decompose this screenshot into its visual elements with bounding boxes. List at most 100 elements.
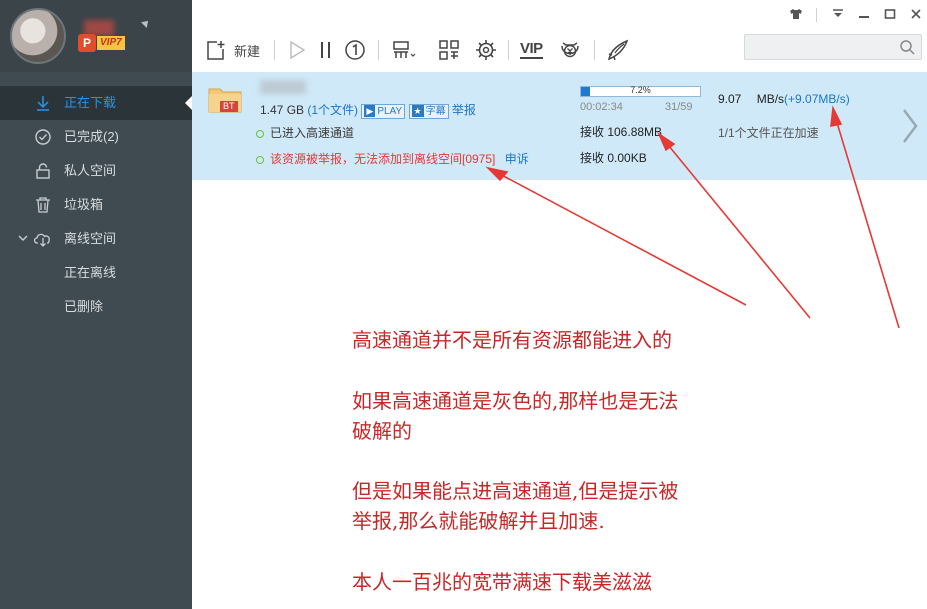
star-icon: ★ — [411, 105, 424, 117]
vip-level: VIP7 — [97, 36, 125, 50]
search-input[interactable] — [749, 36, 893, 60]
appeal-link[interactable]: 申诉 — [505, 152, 529, 166]
file-size: 1.47 GB — [260, 103, 305, 117]
offline-status: 该资源被举报，无法添加到离线空间[0975] 申诉 — [256, 150, 529, 167]
speed-limit-button[interactable] — [344, 38, 366, 62]
grid-view-button[interactable] — [438, 38, 460, 62]
money-bag-icon — [561, 42, 579, 58]
piece-count: 31/59 — [665, 101, 693, 113]
status-dot-icon — [256, 155, 264, 164]
minimize-icon — [859, 16, 869, 18]
annotation-line-5: 举报,那么就能破解并且加速. — [352, 509, 605, 533]
cloud-download-icon — [34, 233, 50, 247]
play-label: PLAY — [377, 106, 403, 117]
annotation-line-1: 高速通道并不是所有资源都能进入的 — [352, 328, 672, 352]
number-one-circle-icon — [345, 40, 365, 60]
chevron-down-icon[interactable] — [18, 235, 28, 243]
vip-button[interactable]: VIP — [520, 38, 543, 62]
toolbar-divider — [508, 40, 509, 60]
pause-button[interactable] — [318, 38, 334, 62]
search-icon[interactable] — [899, 39, 915, 55]
play-button[interactable]: ▶ PLAY — [361, 104, 406, 119]
speed-value: 9.07 — [718, 92, 742, 106]
blurred-filename — [260, 80, 306, 94]
new-file-icon — [207, 41, 225, 60]
minimize-button[interactable] — [856, 8, 872, 22]
bt-label: BT — [220, 101, 238, 112]
vip-badge[interactable]: P VIP7 — [78, 20, 126, 54]
download-arrow-icon — [37, 96, 49, 111]
sidebar-item-label: 私人空间 — [64, 163, 117, 178]
grid-icon — [439, 40, 459, 60]
annotation-line-6: 本人一百兆的宽带满速下载美滋滋 — [352, 570, 652, 594]
sidebar-item-label: 正在下载 — [64, 95, 117, 110]
high-speed-label: 已进入高速通道 — [270, 126, 355, 140]
speed-bonus: (+9.07MB/s) — [784, 92, 850, 106]
settings-button[interactable] — [474, 38, 498, 62]
received-amount: 接收 106.88MB — [580, 125, 663, 139]
p-logo-icon: P — [78, 34, 96, 52]
speed-unit: MB/s — [756, 92, 785, 106]
accel-status: 1/1个文件正在加速 — [718, 126, 819, 140]
close-button[interactable] — [908, 8, 924, 22]
avatar[interactable] — [10, 8, 66, 64]
sort-button[interactable] — [392, 38, 418, 62]
elapsed-time: 00:02:34 — [580, 101, 623, 113]
gear-icon — [476, 40, 496, 60]
new-task-button[interactable]: 新建 — [206, 38, 260, 62]
status-dot-icon — [256, 129, 264, 138]
shirt-icon — [790, 9, 802, 19]
received-amount-2: 接收 0.00KB — [580, 151, 647, 165]
toolbar-divider — [378, 40, 379, 60]
sidebar-item-label: 已删除 — [64, 299, 104, 314]
window-divider — [816, 8, 817, 22]
maximize-button[interactable] — [882, 8, 898, 22]
toolbar-divider — [274, 40, 275, 60]
maximize-icon — [884, 9, 896, 19]
close-icon — [911, 9, 921, 19]
sidebar-item-downloading[interactable]: 正在下载 — [0, 86, 192, 120]
sidebar-item-completed[interactable]: 已完成(2) — [0, 120, 192, 154]
toolbar-divider — [594, 40, 595, 60]
turbo-button[interactable] — [606, 38, 630, 62]
sidebar: P VIP7 正在下载 已完成(2) 私人空间 垃圾箱 离线空间 正在离线 已删… — [0, 0, 192, 609]
play-small-icon: ▶ — [364, 105, 376, 117]
search-box[interactable] — [744, 34, 922, 60]
sidebar-item-label: 已完成(2) — [64, 129, 119, 144]
start-button[interactable] — [288, 38, 306, 62]
skin-button[interactable] — [788, 8, 804, 22]
file-count[interactable]: (1个文件) — [307, 103, 358, 117]
report-link[interactable]: 举报 — [452, 103, 476, 117]
speed-display: 9.07 MB/s(+9.07MB/s) — [718, 92, 850, 106]
download-task-row[interactable]: BT 1.47 GB (1个文件) ▶ PLAY ★ 字幕 举报 已进入高速通道 该… — [192, 72, 927, 180]
reported-warning: 该资源被举报，无法添加到离线空间[0975] — [270, 152, 496, 166]
new-task-label: 新建 — [234, 43, 261, 59]
bt-folder-icon: BT — [208, 85, 242, 113]
lock-icon — [36, 163, 50, 179]
annotation-line-2: 如果高速通道是灰色的,那样也是无法 — [352, 389, 679, 413]
progress-text: 7.2% — [630, 85, 651, 95]
high-speed-status[interactable]: 已进入高速通道 — [256, 124, 354, 141]
sidebar-item-label: 正在离线 — [64, 265, 117, 280]
subtitle-label: 字幕 — [425, 106, 446, 117]
annotation-line-3: 破解的 — [352, 419, 412, 443]
dropdown-caret-icon[interactable] — [141, 18, 151, 28]
trash-icon — [36, 197, 50, 213]
user-header: P VIP7 — [0, 0, 192, 72]
wallet-button[interactable] — [558, 38, 582, 62]
vip-label: VIP — [520, 40, 543, 59]
play-icon — [290, 40, 306, 60]
sidebar-item-trash[interactable]: 垃圾箱 — [0, 188, 192, 222]
menu-button[interactable] — [830, 8, 846, 22]
rocket-icon — [607, 39, 629, 61]
sort-list-icon — [393, 41, 416, 58]
menu-dropdown-icon — [833, 9, 843, 17]
subtitle-button[interactable]: ★ 字幕 — [408, 104, 449, 119]
chevron-right-icon[interactable] — [900, 108, 920, 144]
sidebar-item-label: 垃圾箱 — [64, 197, 104, 212]
sidebar-item-deleted[interactable]: 已删除 — [0, 290, 192, 324]
sidebar-item-offline-space[interactable]: 离线空间 — [0, 222, 192, 256]
pause-icon — [321, 42, 330, 58]
sidebar-item-offline-running[interactable]: 正在离线 — [0, 256, 192, 290]
sidebar-item-private-space[interactable]: 私人空间 — [0, 154, 192, 188]
